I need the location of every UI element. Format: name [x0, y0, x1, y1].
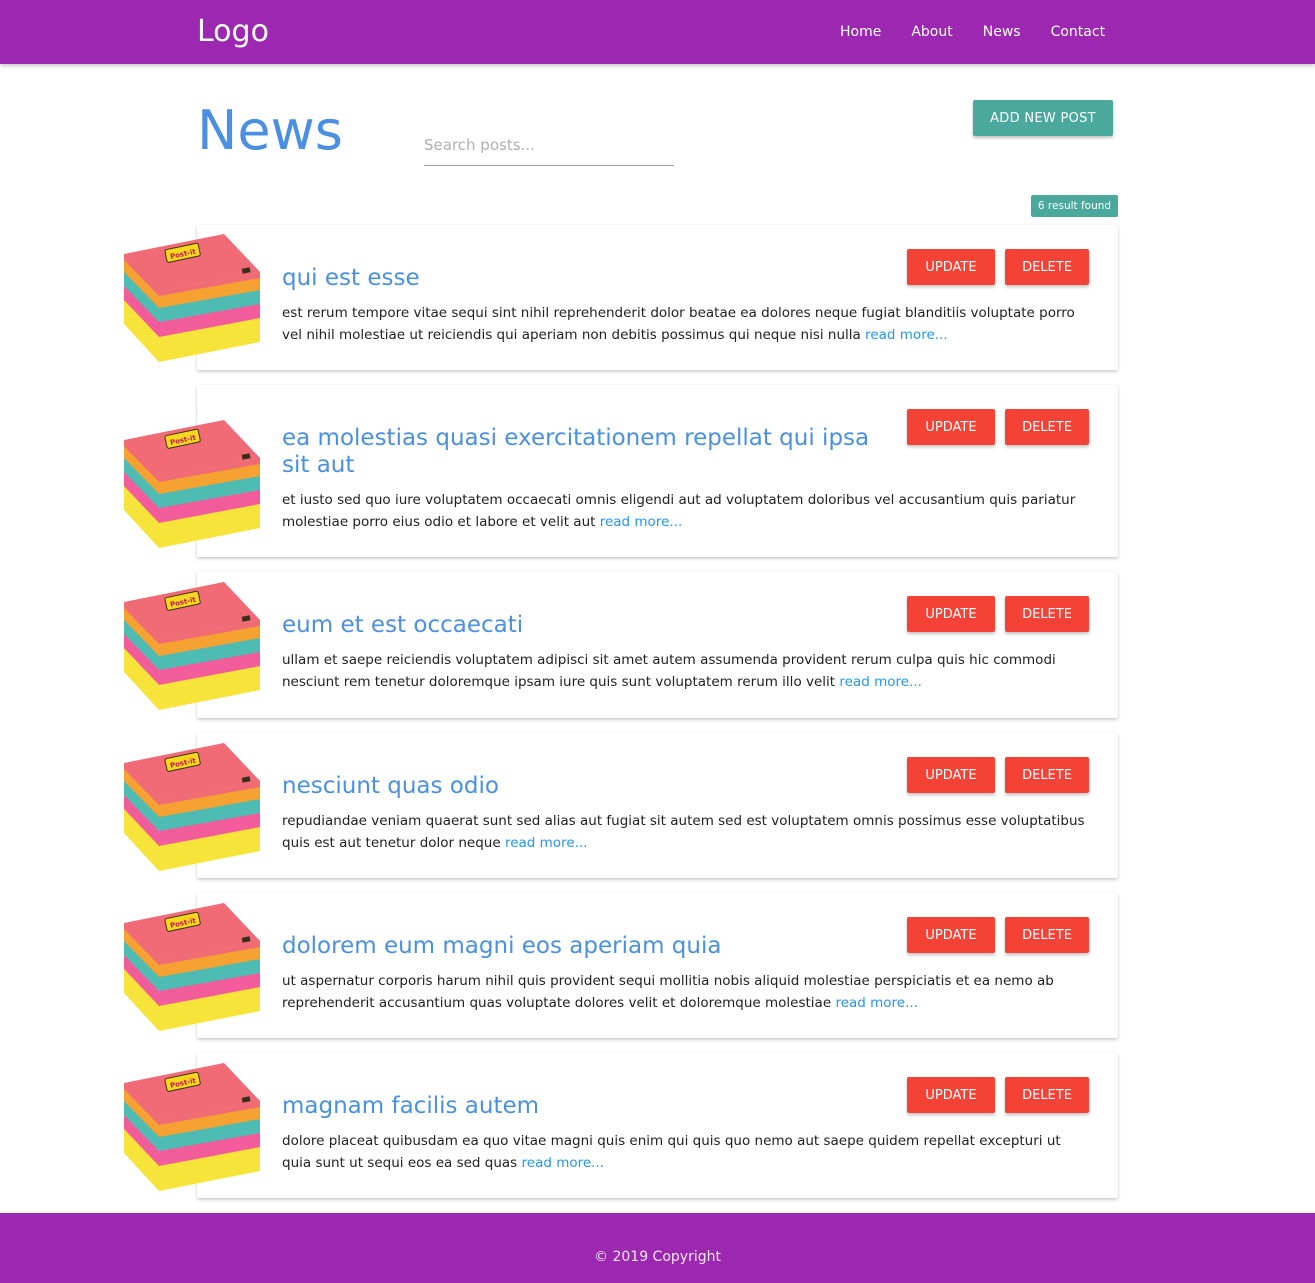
navbar: Logo Home About News Contact	[0, 0, 1315, 64]
post-actions: UPDATE DELETE	[907, 409, 1089, 445]
delete-button[interactable]: DELETE	[1005, 757, 1089, 793]
add-new-post-button[interactable]: ADD NEW POST	[973, 100, 1113, 136]
post-excerpt: dolore placeat quibusdam ea quo vitae ma…	[282, 1130, 1090, 1174]
post-body: dolorem eum magni eos aperiam quia ut asp…	[282, 893, 1090, 1014]
delete-button[interactable]: DELETE	[1005, 917, 1089, 953]
read-more-link[interactable]: read more...	[835, 995, 918, 1011]
post-excerpt-text: ullam et saepe reiciendis voluptatem adi…	[282, 652, 1056, 690]
post-body: nesciunt quas odio repudiandae veniam qua…	[282, 733, 1090, 854]
post-it-notes-icon: Post-it	[122, 743, 262, 873]
update-button[interactable]: UPDATE	[907, 249, 995, 285]
result-count-badge: 6 result found	[1031, 195, 1118, 217]
update-button[interactable]: UPDATE	[907, 409, 995, 445]
post-excerpt-text: dolore placeat quibusdam ea quo vitae ma…	[282, 1133, 1061, 1171]
post-excerpt-text: repudiandae veniam quaerat sunt sed alia…	[282, 813, 1085, 851]
post-excerpt: ut aspernatur corporis harum nihil quis …	[282, 970, 1090, 1014]
search-input[interactable]	[424, 124, 674, 166]
post-it-notes-icon: Post-it	[122, 582, 262, 712]
update-button[interactable]: UPDATE	[907, 1077, 995, 1113]
post-body: ea molestias quasi exercitationem repell…	[282, 385, 1090, 533]
post-excerpt: ullam et saepe reiciendis voluptatem adi…	[282, 649, 1090, 693]
post-actions: UPDATE DELETE	[907, 249, 1089, 285]
post-actions: UPDATE DELETE	[907, 757, 1089, 793]
post-it-notes-icon: Post-it	[122, 420, 262, 550]
read-more-link[interactable]: read more...	[522, 1155, 605, 1171]
delete-button[interactable]: DELETE	[1005, 596, 1089, 632]
delete-button[interactable]: DELETE	[1005, 1077, 1089, 1113]
post-card: Post-it nesciunt quas odio repudiandae ven…	[124, 733, 1118, 878]
post-it-notes-icon: Post-it	[122, 1063, 262, 1193]
logo[interactable]: Logo	[197, 12, 269, 52]
post-title[interactable]: qui est esse	[282, 265, 892, 292]
footer: © 2019 Copyright	[0, 1213, 1315, 1283]
post-title[interactable]: eum et est occaecati	[282, 612, 892, 639]
post-card: Post-it dolorem eum magni eos aperiam qui…	[124, 893, 1118, 1038]
read-more-link[interactable]: read more...	[600, 514, 683, 530]
read-more-link[interactable]: read more...	[839, 674, 922, 690]
copyright-text: © 2019 Copyright	[594, 1249, 721, 1265]
post-title[interactable]: magnam facilis autem	[282, 1093, 892, 1120]
delete-button[interactable]: DELETE	[1005, 409, 1089, 445]
post-title[interactable]: dolorem eum magni eos aperiam quia	[282, 933, 892, 960]
nav-links: Home About News Contact	[825, 0, 1120, 64]
post-excerpt-text: ut aspernatur corporis harum nihil quis …	[282, 973, 1054, 1011]
nav-link-home[interactable]: Home	[825, 0, 896, 64]
post-card: Post-it eum et est occaecati ullam et saep…	[124, 572, 1118, 718]
read-more-link[interactable]: read more...	[505, 835, 588, 851]
post-body: magnam facilis autem dolore placeat quibu…	[282, 1053, 1090, 1174]
post-title[interactable]: nesciunt quas odio	[282, 773, 892, 800]
update-button[interactable]: UPDATE	[907, 596, 995, 632]
nav-link-contact[interactable]: Contact	[1036, 0, 1120, 64]
post-excerpt: et iusto sed quo iure voluptatem occaeca…	[282, 489, 1090, 533]
post-excerpt: est rerum tempore vitae sequi sint nihil…	[282, 302, 1090, 346]
post-it-notes-icon: Post-it	[122, 903, 262, 1033]
post-body: eum et est occaecati ullam et saepe reici…	[282, 572, 1090, 693]
post-actions: UPDATE DELETE	[907, 596, 1089, 632]
nav-link-news[interactable]: News	[968, 0, 1036, 64]
post-card: Post-it qui est esse est rerum tempore vit…	[124, 225, 1118, 370]
delete-button[interactable]: DELETE	[1005, 249, 1089, 285]
post-body: qui est esse est rerum tempore vitae sequ…	[282, 225, 1090, 346]
post-card: Post-it magnam facilis autem dolore placea…	[124, 1053, 1118, 1198]
post-excerpt-text: est rerum tempore vitae sequi sint nihil…	[282, 305, 1075, 343]
post-card: Post-it ea molestias quasi exercitationem…	[124, 385, 1118, 557]
page-title: News	[197, 99, 343, 162]
post-title[interactable]: ea molestias quasi exercitationem repell…	[282, 425, 892, 479]
post-actions: UPDATE DELETE	[907, 917, 1089, 953]
nav-link-about[interactable]: About	[896, 0, 967, 64]
read-more-link[interactable]: read more...	[865, 327, 948, 343]
post-actions: UPDATE DELETE	[907, 1077, 1089, 1113]
post-excerpt: repudiandae veniam quaerat sunt sed alia…	[282, 810, 1090, 854]
update-button[interactable]: UPDATE	[907, 757, 995, 793]
update-button[interactable]: UPDATE	[907, 917, 995, 953]
post-it-notes-icon: Post-it	[122, 234, 262, 364]
